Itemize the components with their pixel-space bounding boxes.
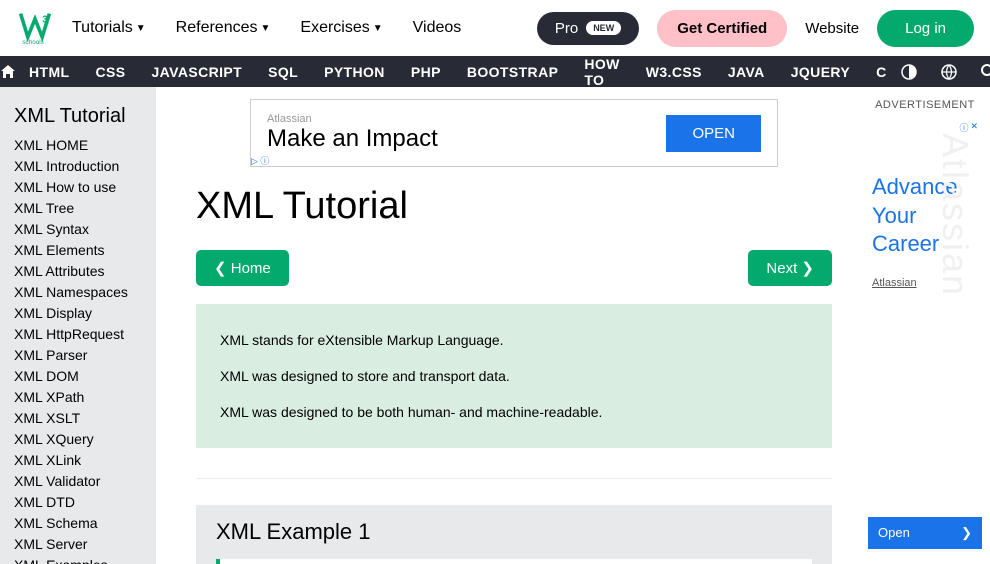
sidebar-item[interactable]: XML HttpRequest: [0, 323, 156, 344]
next-button[interactable]: Next ❯: [748, 250, 832, 286]
adchoices-icon[interactable]: ▷ ⓘ: [251, 154, 269, 167]
ad-headline: Make an Impact: [267, 125, 438, 153]
caret-down-icon: ▼: [261, 23, 271, 34]
pro-button[interactable]: Pro NEW: [537, 12, 639, 45]
sidebar-item[interactable]: XML DTD: [0, 491, 156, 512]
home-button[interactable]: ❮ Home: [196, 250, 289, 286]
intro-line: XML stands for eXtensible Markup Languag…: [220, 332, 808, 348]
theme-icon[interactable]: [900, 63, 918, 81]
sidebar-item[interactable]: XML DOM: [0, 365, 156, 386]
sidebar-item[interactable]: XML XQuery: [0, 428, 156, 449]
ad-watermark: Atlassian: [934, 133, 976, 297]
svg-text:3: 3: [42, 15, 48, 26]
sidebar-item[interactable]: XML Syntax: [0, 218, 156, 239]
nav-css[interactable]: CSS: [82, 56, 138, 87]
nav-java[interactable]: JAVA: [715, 56, 778, 87]
sidebar-item[interactable]: XML Validator: [0, 470, 156, 491]
caret-down-icon: ▼: [136, 23, 146, 34]
nav-howto[interactable]: HOW TO: [571, 56, 632, 87]
intro-box: XML stands for eXtensible Markup Languag…: [196, 304, 832, 448]
sidebar-item[interactable]: XML Schema: [0, 512, 156, 533]
references-menu[interactable]: References▼: [176, 19, 271, 37]
exercises-menu[interactable]: Exercises▼: [300, 19, 382, 37]
sidebar-item[interactable]: XML Display: [0, 302, 156, 323]
sidebar-item[interactable]: XML XSLT: [0, 407, 156, 428]
home-icon[interactable]: [0, 56, 16, 87]
nav-sql[interactable]: SQL: [255, 56, 311, 87]
login-button[interactable]: Log in: [877, 10, 974, 47]
sidebar-item[interactable]: XML Attributes: [0, 260, 156, 281]
example-title: XML Example 1: [216, 519, 812, 545]
nav-php[interactable]: PHP: [398, 56, 454, 87]
sidebar-item[interactable]: XML Introduction: [0, 155, 156, 176]
ad-label: ADVERTISEMENT: [868, 99, 982, 111]
sidebar-item[interactable]: XML Server: [0, 533, 156, 554]
ad-open-button[interactable]: OPEN: [666, 115, 761, 152]
svg-text:schools: schools: [22, 39, 43, 46]
sidebar-item[interactable]: XML Tree: [0, 197, 156, 218]
right-ad-open-button[interactable]: Open❯: [868, 517, 982, 549]
get-certified-button[interactable]: Get Certified: [657, 10, 787, 47]
intro-line: XML was designed to be both human- and m…: [220, 404, 808, 420]
intro-line: XML was designed to store and transport …: [220, 368, 808, 384]
sidebar-item[interactable]: XML Parser: [0, 344, 156, 365]
sidebar-item[interactable]: XML XPath: [0, 386, 156, 407]
nav-html[interactable]: HTML: [16, 56, 82, 87]
example-box: XML Example 1 <?xml version="1.0" encodi…: [196, 505, 832, 564]
code-block: <?xml version="1.0" encoding="UTF-8"?> <…: [216, 559, 812, 564]
w3schools-logo[interactable]: 3 schools: [16, 10, 54, 46]
nav-c[interactable]: C: [863, 56, 900, 87]
nav-w3css[interactable]: W3.CSS: [633, 56, 715, 87]
right-ad[interactable]: ⓘ✕ Atlassian Advance Your Career Atlassi…: [868, 119, 982, 549]
website-link[interactable]: Website: [805, 20, 859, 37]
sidebar-item[interactable]: XML Elements: [0, 239, 156, 260]
sidebar-item[interactable]: XML Examples: [0, 554, 156, 564]
nav-python[interactable]: PYTHON: [311, 56, 398, 87]
sidebar-title: XML Tutorial: [0, 105, 156, 134]
sidebar-item[interactable]: XML Namespaces: [0, 281, 156, 302]
new-badge: NEW: [586, 21, 621, 35]
sidebar-item[interactable]: XML XLink: [0, 449, 156, 470]
page-title: XML Tutorial: [196, 185, 832, 228]
nav-javascript[interactable]: JAVASCRIPT: [138, 56, 255, 87]
caret-down-icon: ▼: [373, 23, 383, 34]
videos-menu[interactable]: Videos: [413, 19, 462, 37]
ad-brand: Atlassian: [267, 113, 438, 125]
sidebar: XML Tutorial XML HOMEXML IntroductionXML…: [0, 87, 156, 564]
nav-jquery[interactable]: JQUERY: [778, 56, 863, 87]
globe-icon[interactable]: [940, 63, 958, 81]
divider: [196, 478, 832, 479]
ad-banner[interactable]: Atlassian Make an Impact OPEN ▷ ⓘ: [250, 99, 778, 167]
sidebar-item[interactable]: XML HOME: [0, 134, 156, 155]
search-icon[interactable]: [980, 63, 990, 81]
tutorials-menu[interactable]: Tutorials▼: [72, 19, 146, 37]
sidebar-item[interactable]: XML How to use: [0, 176, 156, 197]
nav-bootstrap[interactable]: BOOTSTRAP: [454, 56, 572, 87]
